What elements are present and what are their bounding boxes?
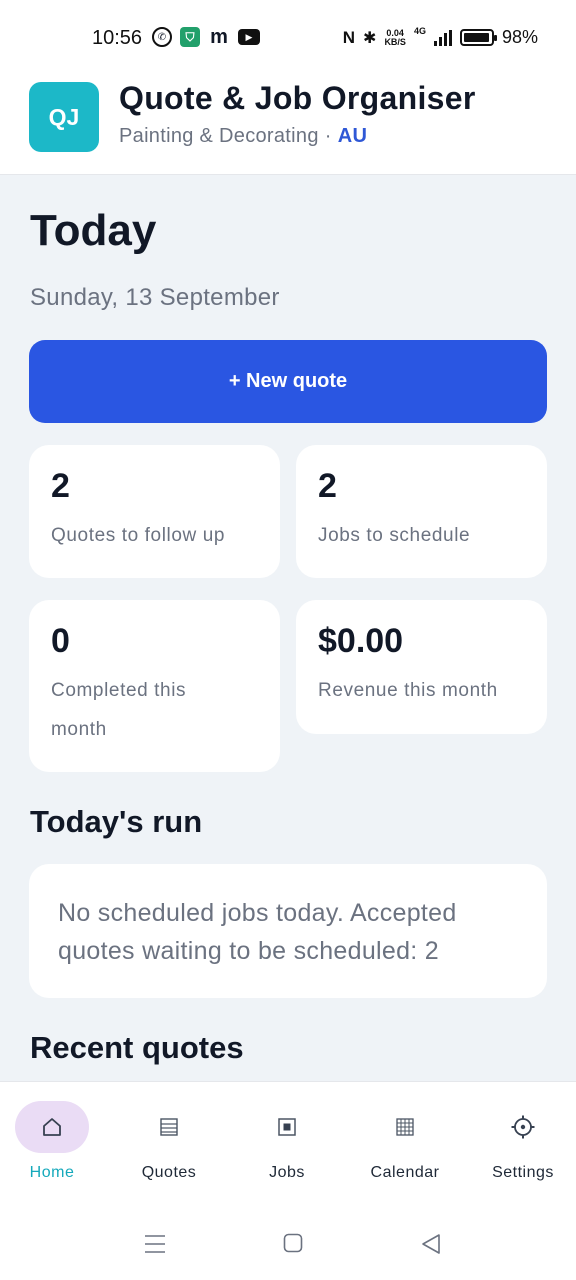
app-logo: QJ bbox=[29, 82, 99, 152]
bottom-nav: Home Quotes Jobs Calendar Settings bbox=[0, 1081, 576, 1199]
stat-card-jobs-to-schedule[interactable]: 2 Jobs to schedule bbox=[296, 445, 547, 578]
stat-card-quotes-follow-up[interactable]: 2 Quotes to follow up bbox=[29, 445, 280, 578]
grid-icon bbox=[396, 1118, 414, 1136]
subtitle-region: AU bbox=[337, 125, 368, 147]
notification-icons: ✆ ⛉ m ▶ bbox=[152, 25, 260, 48]
stat-value: 2 bbox=[51, 467, 70, 505]
nav-item-quotes[interactable]: Quotes bbox=[114, 1082, 224, 1200]
page-date: Sunday, 13 September bbox=[30, 284, 280, 311]
home-icon bbox=[43, 1118, 61, 1136]
nav-pill bbox=[486, 1101, 560, 1153]
menu-icon[interactable] bbox=[144, 1233, 166, 1255]
todays-run-heading: Today's run bbox=[30, 804, 203, 839]
system-icons: N ✱ 0.04 KB/S 4G 98% bbox=[343, 27, 538, 48]
page-title: Today bbox=[30, 206, 157, 255]
system-nav-bar bbox=[0, 1199, 576, 1280]
nav-item-calendar[interactable]: Calendar bbox=[350, 1082, 460, 1200]
list-icon bbox=[160, 1118, 178, 1136]
nav-label: Calendar bbox=[370, 1164, 440, 1181]
nav-label: Quotes bbox=[141, 1164, 197, 1181]
nav-pill bbox=[15, 1101, 89, 1153]
status-bar: 10:56 ✆ ⛉ m ▶ N ✱ 0.04 KB/S 4G 98% bbox=[0, 0, 576, 72]
stat-label: Quotes to follow up bbox=[51, 525, 226, 546]
subtitle-trade: Painting & Decorating bbox=[119, 125, 319, 147]
stat-card-completed-month[interactable]: 0 Completed this month bbox=[29, 600, 280, 772]
nav-label: Home bbox=[29, 1164, 75, 1181]
nav-item-home[interactable]: Home bbox=[0, 1082, 107, 1200]
signal-icon bbox=[433, 29, 452, 46]
gear-icon bbox=[511, 1115, 535, 1139]
stat-value: $0.00 bbox=[318, 622, 404, 660]
stat-value: 2 bbox=[318, 467, 337, 505]
status-time: 10:56 bbox=[92, 27, 143, 49]
app-title: Quote & Job Organiser bbox=[119, 80, 476, 116]
nav-pill bbox=[250, 1101, 324, 1153]
nav-pill bbox=[132, 1101, 206, 1153]
viber-icon: ✆ bbox=[152, 27, 172, 47]
network-type: 4G bbox=[413, 26, 426, 36]
stat-label: Revenue this month bbox=[318, 680, 498, 701]
nav-label: Settings bbox=[492, 1164, 554, 1181]
net-speed: 0.04 KB/S bbox=[384, 28, 406, 47]
nav-item-settings[interactable]: Settings bbox=[468, 1082, 576, 1200]
nfc-icon: N bbox=[342, 27, 356, 47]
youtube-icon: ▶ bbox=[238, 29, 260, 45]
battery-icon bbox=[459, 29, 497, 46]
stat-card-revenue-month[interactable]: $0.00 Revenue this month bbox=[296, 600, 547, 734]
m-app-icon: m bbox=[210, 25, 228, 48]
shield-icon: ⛉ bbox=[180, 27, 200, 47]
stat-label: Jobs to schedule bbox=[318, 525, 471, 546]
net-speed-unit: KB/S bbox=[384, 36, 406, 47]
app-subtitle: Painting & Decorating · AU bbox=[119, 125, 367, 148]
recent-quotes-heading: Recent quotes bbox=[30, 1030, 244, 1065]
stat-value: 0 bbox=[51, 622, 70, 660]
back-icon[interactable] bbox=[420, 1233, 442, 1255]
nav-pill bbox=[368, 1101, 442, 1153]
nav-item-jobs[interactable]: Jobs bbox=[232, 1082, 342, 1200]
app-header: QJ Quote & Job Organiser Painting & Deco… bbox=[0, 72, 576, 175]
new-quote-button[interactable]: + New quote bbox=[29, 340, 547, 423]
nav-label: Jobs bbox=[269, 1164, 305, 1181]
todays-run-card: No scheduled jobs today. Accepted quotes… bbox=[29, 864, 547, 998]
home-square-icon[interactable] bbox=[283, 1233, 303, 1253]
square-dot-icon bbox=[278, 1118, 296, 1136]
bluetooth-icon: ✱ bbox=[363, 29, 377, 47]
subtitle-separator: · bbox=[324, 125, 332, 147]
battery-percent: 98% bbox=[501, 27, 538, 47]
main-content[interactable]: Today Sunday, 13 September + New quote 2… bbox=[0, 175, 576, 1081]
stat-label: Completed this month bbox=[51, 680, 187, 740]
